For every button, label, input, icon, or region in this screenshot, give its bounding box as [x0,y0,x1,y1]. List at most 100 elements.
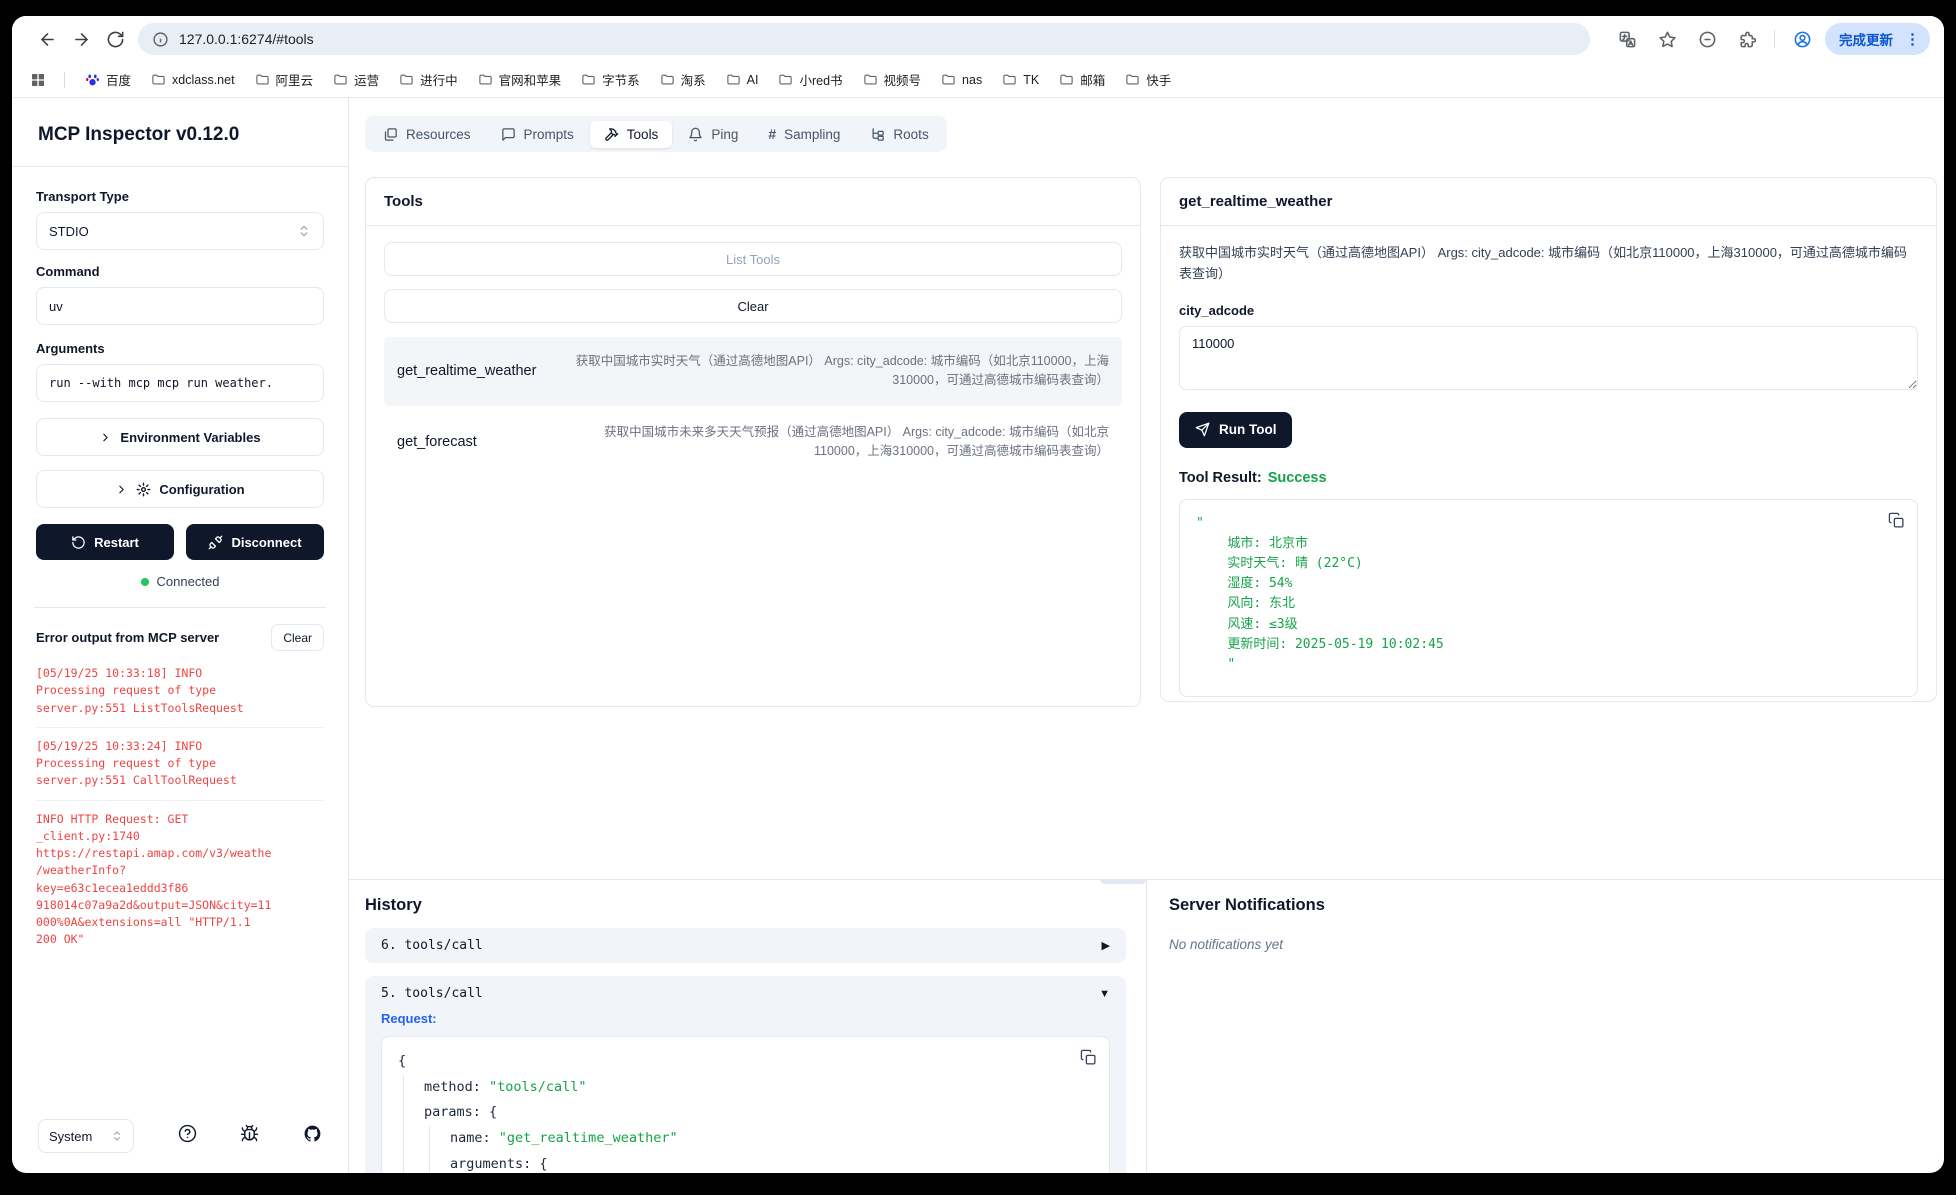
city-adcode-input[interactable]: 110000 [1179,326,1918,390]
bookmark-item[interactable]: 淘系 [652,66,714,93]
restart-button[interactable]: Restart [36,524,174,560]
arguments-label: Arguments [36,341,324,356]
forward-button[interactable] [64,22,98,56]
bookmark-item[interactable]: AI [718,68,767,91]
environment-variables-button[interactable]: Environment Variables [36,418,324,456]
bookmark-label: 快手 [1146,70,1171,89]
apps-grid-button[interactable] [30,72,46,88]
error-log-entry: INFO HTTP Request: GET _client.py:1740 h… [36,801,324,959]
folder-icon [255,72,270,87]
bookmark-label: 淘系 [681,70,706,89]
tool-row-get-forecast[interactable]: get_forecast 获取中国城市未来多天天气预报（通过高德地图API） A… [384,408,1122,477]
bookmark-star-button[interactable] [1650,22,1684,56]
bookmarks-separator [64,72,65,88]
command-input[interactable] [36,287,324,325]
bookmark-item[interactable]: 阿里云 [247,66,322,93]
help-button[interactable] [178,1124,197,1148]
history-item-header[interactable]: 5. tools/call ▼ [381,986,1110,1001]
site-info-icon[interactable] [152,31,169,48]
github-icon [303,1124,322,1143]
translate-button[interactable] [1610,22,1644,56]
bookmark-label: 百度 [106,70,131,89]
tab-ping[interactable]: Ping [674,121,752,148]
tab-sampling[interactable]: # Sampling [754,120,854,148]
github-button[interactable] [303,1124,322,1148]
bookmark-item[interactable]: nas [933,68,990,91]
configuration-button[interactable]: Configuration [36,470,324,508]
profile-button[interactable] [1785,22,1819,56]
reading-mode-button[interactable] [1690,22,1724,56]
tab-roots[interactable]: Roots [856,121,942,148]
bug-report-button[interactable] [240,1124,259,1148]
bookmark-item[interactable]: 字节系 [573,66,648,93]
gear-icon [136,482,151,497]
tool-result-label: Tool Result: [1179,470,1262,486]
disconnect-button[interactable]: Disconnect [186,524,324,560]
back-button[interactable] [30,22,64,56]
history-panel: History 6. tools/call ▶ 5. tools/call ▼ … [349,880,1147,1173]
arguments-input[interactable] [36,364,324,402]
bookmark-item[interactable]: 小red书 [770,66,850,93]
connection-status: Connected [157,574,220,589]
tool-name: get_realtime_weather [397,363,536,379]
tab-label: Tools [627,127,659,142]
extensions-button[interactable] [1730,22,1764,56]
sidebar: MCP Inspector v0.12.0 Transport Type STD… [12,98,349,1173]
transport-type-select[interactable]: STDIO [36,212,324,250]
clear-error-button[interactable]: Clear [271,624,324,651]
url-bar[interactable]: 127.0.0.1:6274/#tools [138,23,1590,55]
url-text[interactable]: 127.0.0.1:6274/#tools [179,31,314,47]
tab-tools[interactable]: Tools [590,121,673,148]
bookmark-item[interactable]: xdclass.net [143,68,243,91]
tab-resources[interactable]: Resources [369,121,485,148]
bookmark-label: 运营 [354,70,379,89]
folder-icon [333,72,348,87]
command-label: Command [36,264,324,279]
copy-request-button[interactable] [1080,1049,1097,1076]
translate-icon [1618,30,1637,49]
bookmark-item[interactable]: 视频号 [855,66,930,93]
history-item-label: 6. tools/call [381,938,483,953]
tool-detail-title: get_realtime_weather [1161,178,1936,226]
bookmark-item[interactable]: 百度 [77,66,139,93]
panel-resize-handle[interactable] [1100,879,1146,884]
browser-toolbar: 127.0.0.1:6274/#tools 完成更新 ⋮ [12,16,1944,62]
run-tool-button[interactable]: Run Tool [1179,412,1292,448]
clear-tools-button[interactable]: Clear [384,289,1122,323]
bookmarks-bar: 百度 xdclass.net 阿里云 运营 进行中 官网和苹果 字节系 淘系 A… [12,62,1944,98]
bookmark-label: 官网和苹果 [499,70,562,89]
tool-description: 获取中国城市未来多天天气预报（通过高德地图API） Args: city_adc… [564,423,1109,462]
error-log-entry: [05/19/25 10:33:18] INFO Processing requ… [36,655,324,728]
bookmark-item[interactable]: 邮箱 [1051,66,1113,93]
tool-row-get-realtime-weather[interactable]: get_realtime_weather 获取中国城市实时天气（通过高德地图AP… [384,337,1122,406]
reload-button[interactable] [98,22,132,56]
tools-hammer-icon [604,127,619,142]
folder-icon [1059,72,1074,87]
folder-icon [151,72,166,87]
tab-label: Resources [406,127,471,142]
bookmark-item[interactable]: 进行中 [391,66,466,93]
copy-result-button[interactable] [1888,512,1905,534]
tab-prompts[interactable]: Prompts [487,121,588,148]
chevrons-up-down-icon [297,224,311,238]
tools-panel: Tools List Tools Clear get_realtime_weat… [365,177,1141,707]
tab-label: Sampling [784,127,840,142]
chevron-down-icon[interactable]: ▼ [1099,988,1110,1000]
bookmark-item[interactable]: TK [994,68,1047,91]
bookmark-item[interactable]: 运营 [325,66,387,93]
update-label: 完成更新 [1839,29,1893,49]
history-title: History [365,896,1126,915]
bookmark-item[interactable]: 官网和苹果 [470,66,570,93]
theme-select[interactable]: System [38,1119,134,1153]
bookmark-item[interactable]: 快手 [1117,66,1179,93]
chevron-right-icon[interactable]: ▶ [1102,939,1110,952]
profile-icon [1793,30,1812,49]
folder-icon [399,72,414,87]
menu-dots-icon[interactable]: ⋮ [1901,30,1924,48]
bookmark-label: AI [747,73,759,87]
chrome-update-button[interactable]: 完成更新 ⋮ [1825,23,1930,55]
reload-icon [106,30,125,49]
disconnect-label: Disconnect [231,535,301,550]
list-tools-button[interactable]: List Tools [384,242,1122,276]
history-item-6[interactable]: 6. tools/call ▶ [365,928,1126,963]
